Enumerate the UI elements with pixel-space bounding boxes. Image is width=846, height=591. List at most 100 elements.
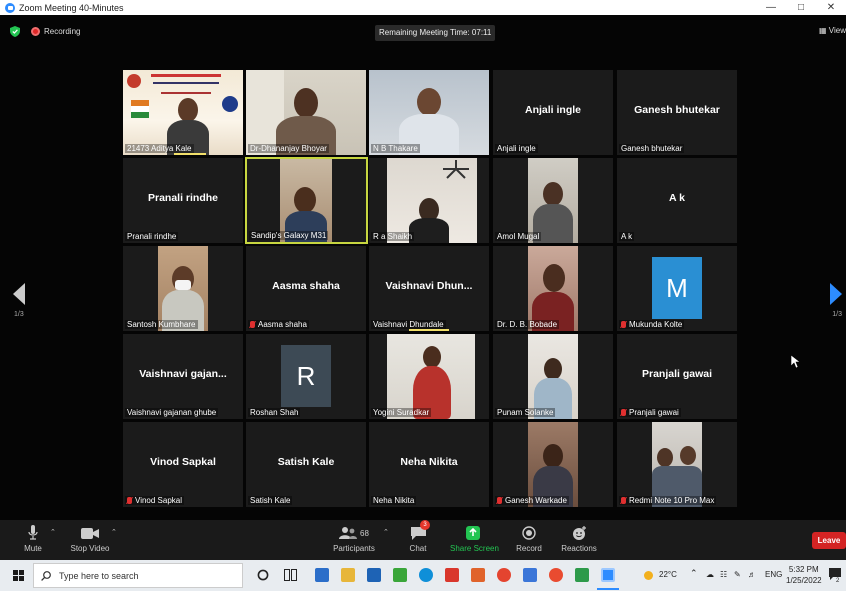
grid-icon: ▦	[819, 26, 829, 35]
calendar-app-icon[interactable]	[315, 568, 329, 582]
taskbar-search-input[interactable]: Type here to search	[33, 563, 243, 588]
video-camera-icon	[81, 527, 99, 539]
participant-tile[interactable]: Vaishnavi Dhun... Vaishnavi Dhundale	[369, 246, 489, 331]
participant-tile[interactable]: Neha Nikita Neha Nikita	[369, 422, 489, 507]
edge-browser-icon[interactable]	[419, 568, 433, 582]
participant-tile-active-speaker[interactable]: Sandip's Galaxy M31	[245, 157, 368, 244]
chat-unread-badge: 3	[420, 520, 430, 530]
pen-tray-icon[interactable]: ✎	[734, 570, 741, 579]
meeting-area: Recording Remaining Meeting Time: 07:11 …	[0, 15, 846, 520]
participants-options-chevron-icon[interactable]: ⌃	[383, 528, 389, 536]
charts-app-icon[interactable]	[393, 568, 407, 582]
next-page-icon[interactable]	[830, 283, 842, 305]
speaking-indicator	[409, 329, 449, 331]
chrome-browser-icon[interactable]	[549, 568, 563, 582]
participant-tile[interactable]: Aasma shaha Aasma shaha	[246, 246, 366, 331]
pen-app-icon[interactable]	[341, 568, 355, 582]
participant-tile[interactable]: Punam Solanke	[493, 334, 613, 419]
participant-tile[interactable]: A k A k	[617, 158, 737, 243]
participant-tile[interactable]: Redmi Note 10 Pro Max	[617, 422, 737, 507]
participant-tile[interactable]: N B Thakare	[369, 70, 489, 155]
participant-name: Pranjali gawai	[619, 408, 681, 417]
participant-tile[interactable]: Anjali ingle Anjali ingle	[493, 70, 613, 155]
notification-count: 2	[836, 578, 840, 584]
recording-label[interactable]: Recording	[44, 27, 80, 36]
participant-name: 21473 Aditya Kale	[125, 144, 194, 153]
view-button[interactable]: ▦ View	[819, 26, 846, 35]
zoom-taskbar-icon[interactable]	[601, 568, 615, 582]
chat-button[interactable]: 3 Chat	[405, 520, 431, 553]
muted-mic-icon	[621, 409, 626, 416]
participant-tile[interactable]: Dr-Dhananjay Bhoyar	[246, 70, 366, 155]
reactions-button[interactable]: Reactions	[561, 524, 597, 553]
participant-tile[interactable]: Satish Kale Satish Kale	[246, 422, 366, 507]
participant-name: Neha Nikita	[371, 496, 417, 505]
mute-button[interactable]: Mute	[19, 524, 47, 553]
excel-app-icon[interactable]	[575, 568, 589, 582]
leave-button[interactable]: Leave	[812, 532, 846, 549]
maximize-button[interactable]: □	[786, 0, 816, 15]
volume-icon[interactable]: ♬	[748, 570, 756, 579]
close-button[interactable]: ✕	[816, 0, 846, 15]
participant-video	[528, 158, 578, 243]
participant-tile[interactable]: Ganesh bhutekar Ganesh bhutekar	[617, 70, 737, 155]
page-indicator-left: 1/3	[14, 311, 24, 318]
participant-tile[interactable]: Amol Mugal	[493, 158, 613, 243]
share-screen-icon	[466, 526, 480, 540]
window-titlebar: Zoom Meeting 40-Minutes — □ ✕	[0, 0, 846, 15]
pdf-reader-icon[interactable]	[445, 568, 459, 582]
zoom-logo-icon	[5, 2, 15, 13]
participant-tile[interactable]: R a Shaikh	[369, 158, 489, 243]
language-indicator[interactable]: ENG	[765, 570, 782, 579]
participant-tile[interactable]: Vinod Sapkal Vinod Sapkal	[123, 422, 243, 507]
record-label: Record	[516, 544, 542, 553]
taskbar-clock[interactable]: 5:32 PM 1/25/2022	[786, 564, 822, 586]
shield-icon[interactable]	[10, 26, 20, 37]
participant-video	[280, 159, 332, 242]
participant-display-name: Vinod Sapkal	[150, 456, 216, 468]
participant-tile[interactable]: Pranjali gawai Pranjali gawai	[617, 334, 737, 419]
avatar: M	[652, 257, 702, 319]
participant-tile[interactable]: Vaishnavi gajan... Vaishnavi gajanan ghu…	[123, 334, 243, 419]
participant-video	[369, 70, 489, 155]
participant-name: Redmi Note 10 Pro Max	[619, 496, 717, 505]
onedrive-icon[interactable]: ☁	[706, 570, 714, 579]
stop-video-button[interactable]: Stop Video	[70, 524, 110, 553]
muted-mic-icon	[621, 321, 626, 328]
cortana-icon[interactable]	[257, 569, 269, 581]
face-mask	[175, 280, 191, 290]
muted-mic-icon	[127, 497, 132, 504]
participant-name: Ganesh bhutekar	[619, 144, 685, 153]
participant-tile[interactable]: R Roshan Shah	[246, 334, 366, 419]
participant-display-name: Ganesh bhutekar	[634, 104, 720, 116]
share-screen-button[interactable]: Share Screen	[450, 524, 499, 553]
participant-tile[interactable]: Dr. D. B. Bobade	[493, 246, 613, 331]
participant-tile[interactable]: Ganesh Warkade	[493, 422, 613, 507]
record-button[interactable]: Record	[514, 524, 544, 553]
network-icon[interactable]: ☷	[720, 570, 727, 579]
participant-name: Pranali rindhe	[125, 232, 179, 241]
participant-display-name: Vaishnavi gajan...	[139, 368, 227, 380]
participants-button[interactable]: 68 Participants	[330, 524, 378, 553]
windows-start-icon[interactable]	[13, 570, 24, 581]
task-view-icon[interactable]	[284, 569, 297, 581]
participant-tile[interactable]: Yogini Suradkar	[369, 334, 489, 419]
participant-name: A k	[619, 232, 635, 241]
files-app-icon[interactable]	[523, 568, 537, 582]
previous-page-icon[interactable]	[13, 283, 25, 305]
video-options-chevron-icon[interactable]: ⌃	[111, 528, 117, 536]
page-indicator-right: 1/3	[832, 311, 842, 318]
store-app-icon[interactable]	[367, 568, 381, 582]
participant-tile[interactable]: 21473 Aditya Kale	[123, 70, 243, 155]
audio-options-chevron-icon[interactable]: ⌃	[50, 528, 56, 536]
chrome-browser-icon[interactable]	[497, 568, 511, 582]
chevron-up-icon[interactable]: ⌃	[690, 568, 698, 579]
participant-video	[158, 246, 208, 331]
participant-tile[interactable]: Pranali rindhe Pranali rindhe	[123, 158, 243, 243]
minimize-button[interactable]: —	[756, 0, 786, 15]
participant-tile[interactable]: Santosh Kumbhare	[123, 246, 243, 331]
participant-tile[interactable]: M Mukunda Kolte	[617, 246, 737, 331]
muted-mic-icon	[250, 321, 255, 328]
weather-temperature[interactable]: 22°C	[659, 570, 677, 579]
office-app-icon[interactable]	[471, 568, 485, 582]
